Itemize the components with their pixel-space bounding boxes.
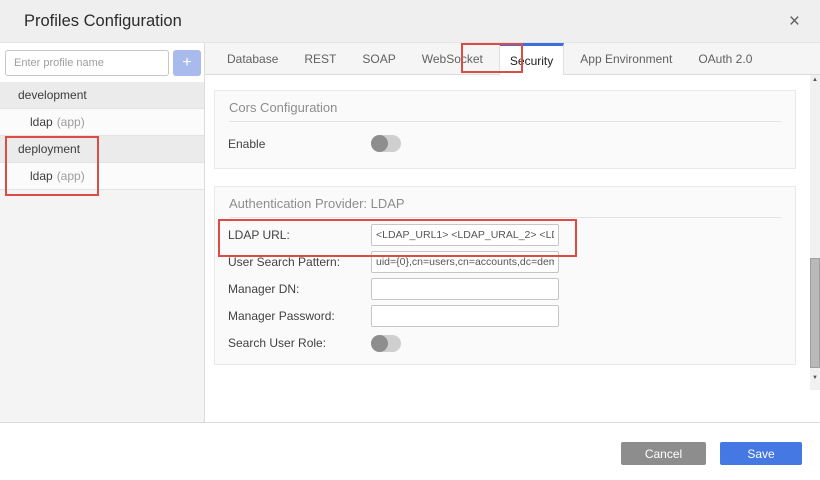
search-user-role-row: Search User Role: xyxy=(228,332,781,354)
dialog-footer: Cancel Save xyxy=(0,423,820,480)
tab-database[interactable]: Database xyxy=(217,43,288,74)
manager-dn-input[interactable] xyxy=(371,278,559,300)
manager-dn-label: Manager DN: xyxy=(228,282,371,296)
ldap-url-row: LDAP URL: xyxy=(228,224,781,246)
dialog-title: Profiles Configuration xyxy=(24,12,182,31)
close-icon[interactable]: × xyxy=(785,10,804,33)
tab-rest[interactable]: REST xyxy=(294,43,346,74)
tab-bar: Database REST SOAP WebSocket Security Ap… xyxy=(205,43,820,75)
ldap-section-title: Authentication Provider: LDAP xyxy=(215,187,795,217)
sidebar-item-label: ldap xyxy=(30,115,53,129)
sidebar-item-suffix: (app) xyxy=(57,115,85,129)
user-search-pattern-label: User Search Pattern: xyxy=(228,255,371,269)
toggle-knob xyxy=(371,335,388,352)
dialog-body: + development ldap (app) deployment ldap… xyxy=(0,43,820,423)
scrollbar-thumb[interactable] xyxy=(810,258,820,368)
sidebar-item-label: development xyxy=(18,88,87,102)
vertical-scrollbar[interactable]: ▲ ▼ xyxy=(810,75,820,390)
profile-input-row: + xyxy=(0,43,204,82)
profiles-configuration-dialog: Profiles Configuration × + development l… xyxy=(0,0,820,480)
user-search-pattern-row: User Search Pattern: xyxy=(228,251,781,273)
search-user-role-toggle[interactable] xyxy=(371,335,401,352)
cors-enable-toggle[interactable] xyxy=(371,135,401,152)
ldap-url-label: LDAP URL: xyxy=(228,228,371,242)
tab-app-environment[interactable]: App Environment xyxy=(570,43,682,74)
sidebar-item-ldap-deployment[interactable]: ldap (app) xyxy=(0,163,204,190)
manager-password-input[interactable] xyxy=(371,305,559,327)
profile-name-input[interactable] xyxy=(5,50,169,76)
save-button[interactable]: Save xyxy=(720,442,802,465)
sidebar-item-ldap-development[interactable]: ldap (app) xyxy=(0,109,204,136)
scroll-down-icon[interactable]: ▼ xyxy=(810,373,820,383)
toggle-knob xyxy=(371,135,388,152)
sidebar-empty-area xyxy=(0,190,204,422)
add-profile-button[interactable]: + xyxy=(173,50,201,76)
cors-section-title: Cors Configuration xyxy=(215,91,795,121)
tab-soap[interactable]: SOAP xyxy=(352,43,405,74)
profiles-sidebar: + development ldap (app) deployment ldap… xyxy=(0,43,205,422)
manager-password-label: Manager Password: xyxy=(228,309,371,323)
manager-dn-row: Manager DN: xyxy=(228,278,781,300)
sidebar-item-label: deployment xyxy=(18,142,80,156)
sidebar-item-deployment[interactable]: deployment xyxy=(0,136,204,163)
sidebar-item-label: ldap xyxy=(30,169,53,183)
user-search-pattern-input[interactable] xyxy=(371,251,559,273)
ldap-authentication-card: Authentication Provider: LDAP LDAP URL: … xyxy=(214,186,796,365)
enable-label: Enable xyxy=(228,137,371,151)
tab-security[interactable]: Security xyxy=(499,43,564,75)
scroll-up-icon[interactable]: ▲ xyxy=(810,75,820,85)
sidebar-item-development[interactable]: development xyxy=(0,82,204,109)
tab-oauth[interactable]: OAuth 2.0 xyxy=(688,43,762,74)
cancel-button[interactable]: Cancel xyxy=(621,442,706,465)
search-user-role-label: Search User Role: xyxy=(228,336,371,350)
manager-password-row: Manager Password: xyxy=(228,305,781,327)
cors-configuration-card: Cors Configuration Enable xyxy=(214,90,796,169)
tab-websocket[interactable]: WebSocket xyxy=(412,43,493,74)
security-tab-panel: Cors Configuration Enable Authenti xyxy=(205,75,820,422)
tab-content-area: Database REST SOAP WebSocket Security Ap… xyxy=(205,43,820,422)
sidebar-item-suffix: (app) xyxy=(57,169,85,183)
cors-enable-row: Enable xyxy=(228,135,781,152)
dialog-header: Profiles Configuration × xyxy=(0,0,820,43)
ldap-url-input[interactable] xyxy=(371,224,559,246)
